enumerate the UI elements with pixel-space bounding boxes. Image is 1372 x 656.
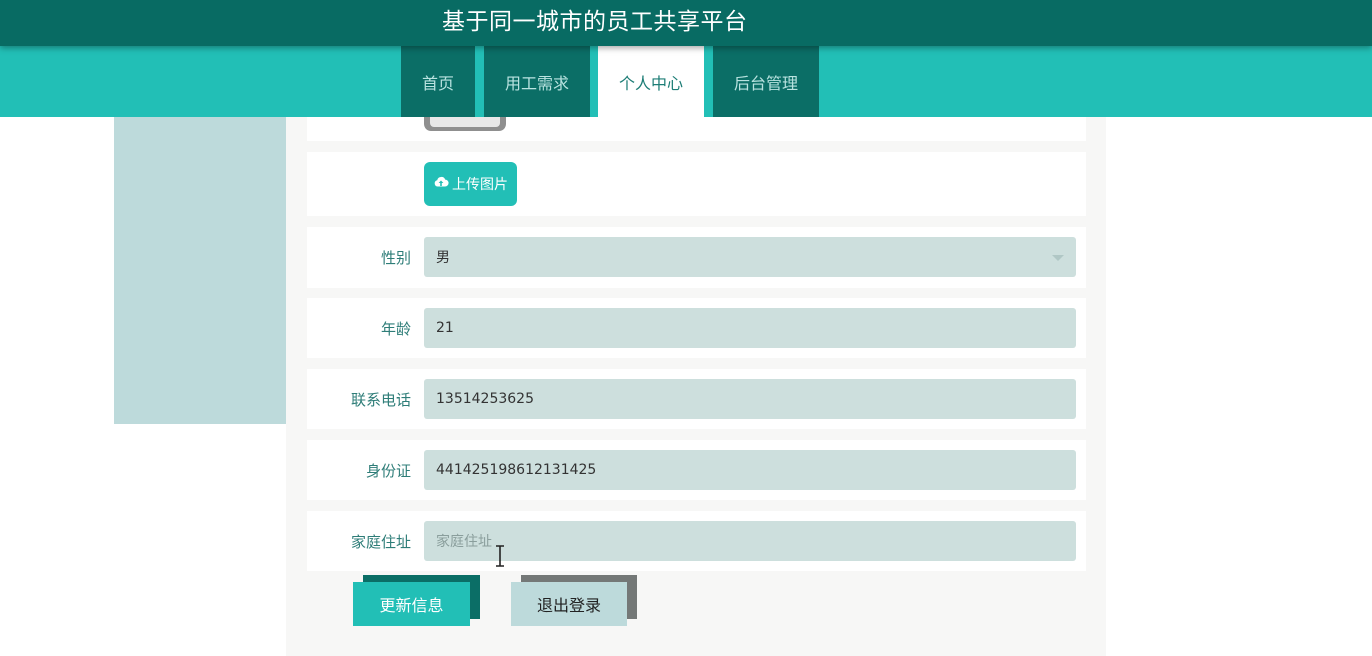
text-cursor-icon (496, 545, 504, 567)
address-label: 家庭住址 (350, 533, 411, 551)
main-nav: 首页 用工需求 个人中心 后台管理 (0, 46, 1372, 117)
address-input[interactable]: 家庭住址 (424, 521, 1076, 561)
gender-select[interactable]: 男 (424, 237, 1076, 277)
update-info-button[interactable]: 更新信息 (353, 582, 470, 626)
nav-tab-home[interactable]: 首页 (401, 46, 475, 117)
age-input[interactable]: 21 (424, 308, 1076, 348)
phone-label: 联系电话 (350, 391, 411, 409)
upload-image-button[interactable]: 上传图片 (424, 162, 517, 206)
nav-tab-admin[interactable]: 后台管理 (713, 46, 819, 117)
gender-value: 男 (436, 250, 450, 266)
id-card-input[interactable]: 441425198612131425 (424, 450, 1076, 490)
id-card-label: 身份证 (365, 462, 411, 480)
phone-input[interactable]: 13514253625 (424, 379, 1076, 419)
sidebar-panel (114, 117, 286, 424)
gender-label: 性别 (380, 249, 411, 267)
nav-tab-personal-center[interactable]: 个人中心 (598, 46, 704, 117)
upload-image-label: 上传图片 (452, 177, 508, 193)
avatar (424, 117, 506, 131)
age-label: 年龄 (380, 320, 411, 338)
logout-button[interactable]: 退出登录 (511, 582, 627, 626)
chevron-down-icon (1052, 255, 1064, 261)
cloud-upload-icon (433, 174, 449, 194)
nav-tab-job-demand[interactable]: 用工需求 (484, 46, 590, 117)
site-header: 基于同一城市的员工共享平台 (0, 0, 1372, 46)
site-title: 基于同一城市的员工共享平台 (442, 9, 748, 35)
